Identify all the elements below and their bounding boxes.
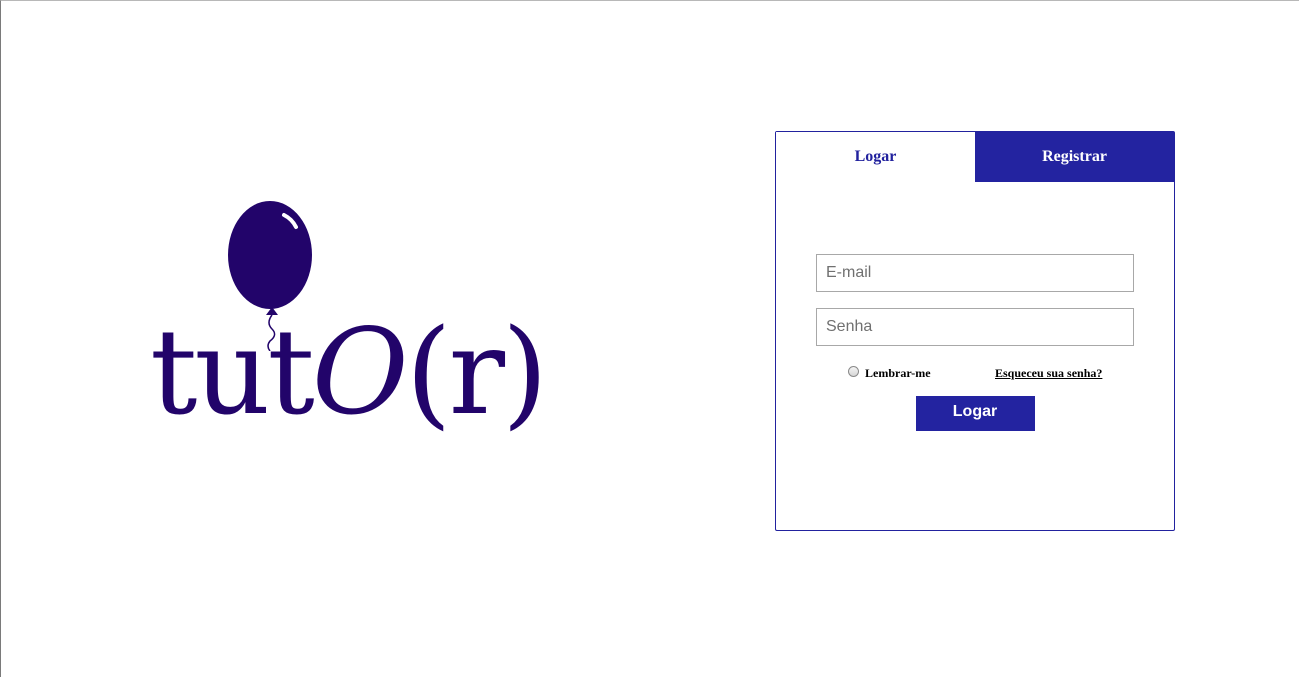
forgot-password-link[interactable]: Esqueceu sua senha? [995,366,1102,381]
login-options: Lembrar-me Esqueceu sua senha? [816,362,1134,382]
tab-login[interactable]: Logar [776,132,975,182]
login-form: Lembrar-me Esqueceu sua senha? Logar [816,254,1134,431]
logo-wordmark: tutO(r) [150,313,548,431]
remember-me[interactable]: Lembrar-me [848,362,931,381]
auth-tabs: Logar Registrar [776,132,1174,182]
remember-label: Lembrar-me [865,366,931,380]
login-button[interactable]: Logar [915,396,1035,431]
tab-register[interactable]: Registrar [975,132,1174,182]
logo-text-prefix: tut [150,303,315,441]
email-field[interactable] [816,254,1134,292]
brand-logo: tutO(r) [150,195,548,455]
remember-radio[interactable] [848,366,859,377]
password-field[interactable] [816,308,1134,346]
logo-text-suffix: (r) [405,303,548,441]
auth-card: Logar Registrar Lembrar-me Esqueceu sua … [775,131,1175,531]
logo-text-o: O [311,303,409,441]
